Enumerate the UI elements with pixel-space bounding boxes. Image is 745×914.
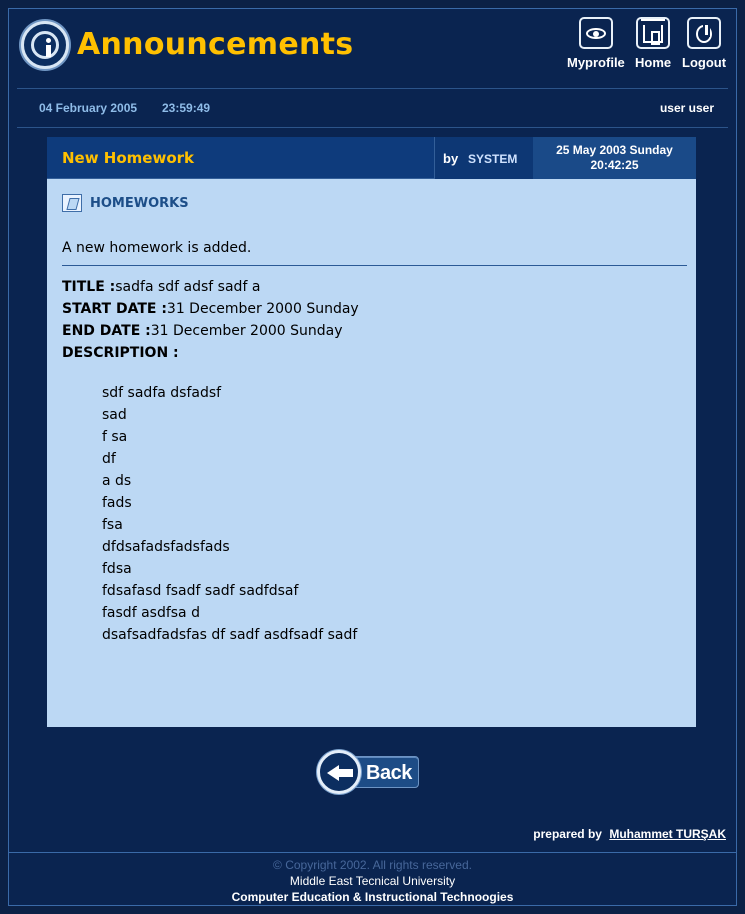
description-line: fsa xyxy=(102,517,123,533)
title-field-label: TITLE : xyxy=(62,279,116,295)
arrow-left-icon[interactable] xyxy=(317,750,361,794)
description-line: fasdf asdfsa d xyxy=(102,605,200,621)
homework-fields: TITLE :sadfa sdf adsf sadf a START DATE … xyxy=(62,276,359,364)
department-name: Computer Education & Instructional Techn… xyxy=(231,890,514,904)
author-link[interactable]: Muhammet TURŞAK xyxy=(609,827,726,841)
university-name: Middle East Tecnical University xyxy=(289,874,456,888)
end-date-field: END DATE :31 December 2000 Sunday xyxy=(62,320,359,342)
description-line: fads xyxy=(102,495,132,511)
page-title: Announcements xyxy=(77,27,354,62)
myprofile-button[interactable]: Myprofile xyxy=(567,17,625,70)
eye-icon xyxy=(578,17,613,49)
notebook-icon xyxy=(62,194,82,212)
header: Announcements Myprofile Home Logout xyxy=(9,9,736,89)
description-line: a ds xyxy=(102,473,132,489)
current-date: 04 February 2005 xyxy=(39,101,138,115)
description-line: dfdsafadsfadsfads xyxy=(102,539,230,555)
description-line: fdsafasd fsadf sadf sadfdsaf xyxy=(102,583,299,599)
start-date-label: START DATE : xyxy=(62,301,167,317)
description-line: fdsa xyxy=(102,561,132,577)
description-body: sdf sadfa dsfadsf sad f sa df a ds fads … xyxy=(102,382,357,646)
description-line: df xyxy=(102,451,116,467)
announcement-header: New Homework by SYSTEM 25 May 2003 Sunda… xyxy=(47,137,696,179)
announcement-title: New Homework xyxy=(62,149,195,167)
home-button[interactable]: Home xyxy=(635,17,671,70)
prepared-by: prepared by Muhammet TURŞAK xyxy=(533,827,726,841)
posted-time: 20:42:25 xyxy=(590,158,639,172)
description-line: sdf sadfa dsfadsf xyxy=(102,385,222,401)
page-frame: Announcements Myprofile Home Logout 04 F… xyxy=(8,8,737,906)
end-date-label: END DATE : xyxy=(62,323,151,339)
announcement-panel: New Homework by SYSTEM 25 May 2003 Sunda… xyxy=(47,137,696,727)
back-button-label[interactable]: Back xyxy=(366,762,412,785)
current-time: 23:59:49 xyxy=(162,101,211,115)
category-name: HOMEWORKS xyxy=(90,196,189,211)
myprofile-label: Myprofile xyxy=(567,55,625,70)
divider xyxy=(62,265,687,266)
end-date-value: 31 December 2000 Sunday xyxy=(150,323,343,339)
title-field-value: sadfa sdf adsf sadf a xyxy=(115,279,261,295)
description-label: DESCRIPTION : xyxy=(62,345,179,361)
logout-button[interactable]: Logout xyxy=(682,17,726,70)
power-icon xyxy=(687,17,722,49)
back-button[interactable]: Back xyxy=(317,750,421,794)
posted-date: 25 May 2003 Sunday xyxy=(556,143,673,157)
footer-divider xyxy=(9,852,736,853)
posted-datetime: 25 May 2003 Sunday 20:42:25 xyxy=(533,137,696,179)
description-line: f sa xyxy=(102,429,128,445)
author-name: SYSTEM xyxy=(468,152,518,166)
description-line: dsafsadfadsfas df sadf asdfsadf sadf xyxy=(102,627,358,643)
username: user user xyxy=(659,101,714,115)
prepared-by-label: prepared by xyxy=(533,827,602,841)
announcement-intro: A new homework is added. xyxy=(62,240,252,256)
header-divider xyxy=(17,88,728,89)
copyright-text: © Copyright 2002. All rights reserved. xyxy=(273,858,472,872)
footer: © Copyright 2002. All rights reserved. M… xyxy=(9,857,736,905)
author-cell: by SYSTEM xyxy=(434,137,533,179)
house-icon xyxy=(636,17,671,49)
home-label: Home xyxy=(635,55,672,70)
info-logo-icon xyxy=(21,21,69,69)
status-divider xyxy=(17,127,728,128)
start-date-value: 31 December 2000 Sunday xyxy=(166,301,359,317)
by-label: by xyxy=(443,151,459,166)
description-line: sad xyxy=(102,407,127,423)
description-field: DESCRIPTION : xyxy=(62,342,359,364)
title-field: TITLE :sadfa sdf adsf sadf a xyxy=(62,276,359,298)
logout-label: Logout xyxy=(682,55,727,70)
start-date-field: START DATE :31 December 2000 Sunday xyxy=(62,298,359,320)
